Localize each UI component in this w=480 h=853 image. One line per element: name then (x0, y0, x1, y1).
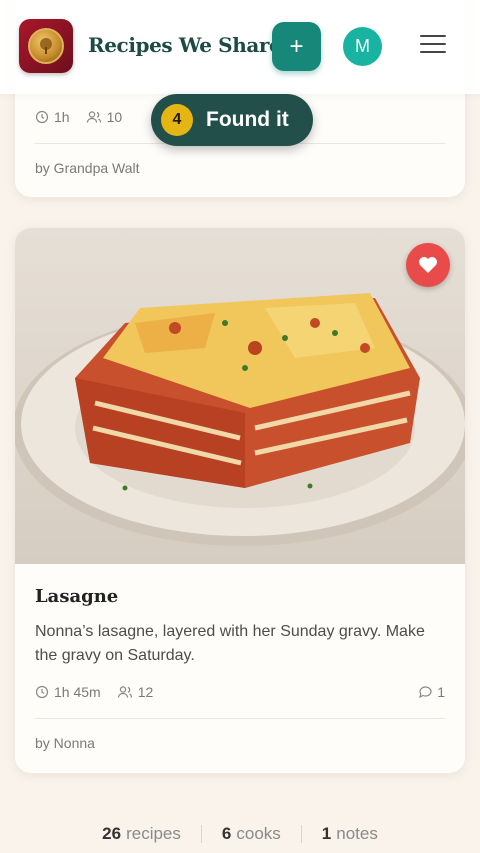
stat-notes: 1 notes (321, 824, 378, 843)
toast-message: Found it (206, 108, 289, 131)
stat-separator (300, 825, 302, 843)
hamburger-menu-icon[interactable] (420, 35, 446, 57)
recipe-time: 1h 45m (54, 684, 101, 700)
recipe-serves: 10 (106, 109, 123, 125)
add-recipe-button[interactable]: + (272, 22, 321, 71)
comments-count[interactable]: 1 (418, 684, 445, 700)
recipe-photo[interactable] (15, 228, 465, 564)
stat-recipes: 26 recipes (102, 824, 181, 843)
recipe-description: Nonna’s lasagne, layered with her Sunday… (35, 623, 425, 664)
app-logo[interactable] (19, 19, 73, 73)
comments-number: 1 (437, 684, 445, 700)
clock-icon (35, 685, 49, 699)
recipe-author[interactable]: by Nonna (35, 735, 95, 751)
found-toast: 4 Found it (151, 94, 313, 146)
tree-emblem-icon (28, 28, 64, 64)
found-count-badge: 4 (161, 104, 193, 136)
recipe-meta: 1h 45m 12 (35, 684, 153, 700)
app-header: Recipes We Share + M (0, 0, 480, 94)
people-icon (86, 111, 101, 123)
card-divider (35, 718, 445, 719)
stat-cooks: 6 cooks (221, 824, 281, 843)
comment-icon (419, 686, 432, 699)
user-avatar[interactable]: M (343, 27, 382, 66)
recipe-card[interactable]: Lasagne Nonna’s lasagne, layered with he… (15, 228, 465, 773)
recipe-meta: 1h 10 (35, 109, 122, 125)
people-icon (117, 686, 132, 698)
recipe-time: 1h (54, 109, 70, 125)
favorite-heart-button[interactable] (406, 243, 450, 287)
brand-title: Recipes We Share (88, 33, 282, 57)
recipe-author[interactable]: by Grandpa Walt (35, 160, 140, 176)
stat-separator (200, 825, 202, 843)
clock-icon (35, 110, 49, 124)
heart-icon (419, 257, 437, 273)
recipe-title[interactable]: Lasagne (35, 586, 118, 607)
recipe-serves: 12 (137, 684, 154, 700)
site-stats: 26 recipes 6 cooks 1 notes (0, 824, 480, 844)
